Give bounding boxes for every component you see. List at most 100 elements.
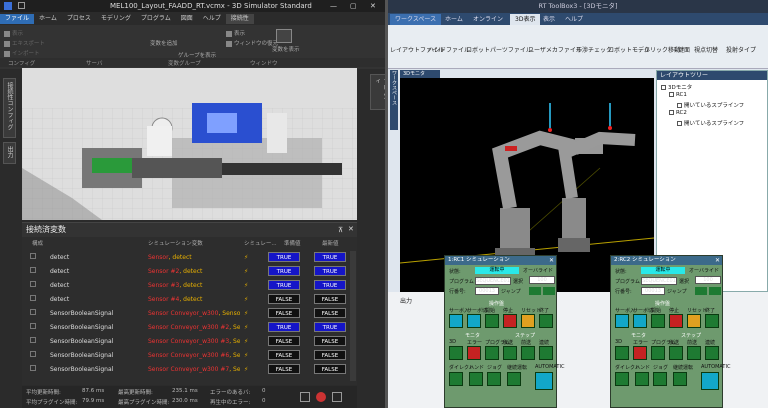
col-ready-value[interactable]: 準備値 [284,239,301,247]
tab-workspace[interactable]: ワークスペース [390,14,442,25]
add-variable-button[interactable]: 変数を追加 [150,39,178,47]
tree-item-spline-1[interactable]: 開いているスプラインフ [677,101,744,109]
table-row[interactable]: SensorBooleanSignal Sensor Conveyor_w300,… [22,307,357,320]
maximize-button[interactable]: ▢ [350,0,357,12]
reset-button[interactable] [687,314,701,328]
error-button[interactable] [633,346,647,360]
override-down-button[interactable] [529,287,541,295]
table-row[interactable]: detect Sensor #2, detect ⚡ TRUE TRUE [22,265,357,278]
reset-button[interactable] [521,314,535,328]
col-sim-variable[interactable]: シミュレーション変数 [148,239,203,247]
side-tab-workspace[interactable]: ワークスペース [390,70,398,130]
checkbox[interactable] [677,121,682,126]
jump-button[interactable]: ジャンプ [501,288,521,295]
end-button[interactable] [705,314,719,328]
monitor-tab[interactable]: 3Dモニタ [400,70,440,78]
checkbox[interactable] [669,110,674,115]
minimize-button[interactable]: — [330,0,337,12]
tab-modeling[interactable]: モデリング [96,14,136,24]
tab-view[interactable]: 表示 [538,14,560,25]
override-down-button[interactable] [695,287,707,295]
start-button[interactable] [485,314,499,328]
close-button[interactable]: ✕ [370,0,376,12]
stop-button[interactable] [669,314,683,328]
col-sim[interactable]: シミュレー... [244,239,277,247]
user-mech-file-button[interactable]: ユーザメカファイル [528,45,582,54]
hand-button[interactable] [469,372,483,386]
table-row[interactable]: detect Sensor #3, detect ⚡ TRUE TRUE [22,279,357,292]
robot-parts-file-button[interactable]: ロボットパーツファイル [466,45,532,54]
jog-button[interactable] [653,372,667,386]
record-icon[interactable] [316,392,326,402]
variables-icon[interactable] [276,29,292,43]
restore-window-button[interactable]: ウィンドウの復元 [226,39,278,47]
tab-file[interactable]: ファイル [0,14,35,24]
close-icon[interactable]: ✕ [715,257,720,264]
pin-icon[interactable]: ⊼ [338,226,343,234]
stop-button[interactable] [503,314,517,328]
override-field[interactable]: 100 [695,276,721,284]
hand-button[interactable] [635,372,649,386]
side-tab-output[interactable]: 出力 [3,142,16,164]
start-button[interactable] [651,314,665,328]
side-tab-connectivity-config[interactable]: 接続性コンフィグ [3,78,16,138]
servo-on-button[interactable] [449,314,463,328]
error-button[interactable] [467,346,481,360]
table-row[interactable]: detect Sensor #4, detect ⚡ FALSE FALSE [22,293,357,306]
servo-off-button[interactable] [633,314,647,328]
tree-item-spline-2[interactable]: 開いているスプラインフ [677,119,744,127]
checkbox[interactable] [661,85,666,90]
expand-icon[interactable] [30,365,36,371]
expand-icon[interactable] [30,351,36,357]
continuous-button[interactable] [539,346,553,360]
servo-on-button[interactable] [615,314,629,328]
tab-process[interactable]: プロセス [62,14,96,24]
tab-rt-home[interactable]: ホーム [440,14,468,25]
table-row[interactable]: SensorBooleanSignal Sensor Conveyor_w300 … [22,335,357,348]
expand-icon[interactable] [30,309,36,315]
expand-icon[interactable] [30,295,36,301]
continuous-button[interactable] [705,346,719,360]
3d-viewport[interactable] [22,68,357,220]
tab-3d-view[interactable]: 3D表示 [510,14,541,25]
continue-run-button[interactable] [673,372,687,386]
3d-button[interactable] [615,346,629,360]
projection-type-button[interactable]: 投射タイプ [726,45,756,54]
expand-icon[interactable] [30,337,36,343]
expand-icon[interactable] [30,323,36,329]
line-field[interactable]: 00013 [641,287,665,295]
step-forward-button[interactable] [687,346,701,360]
scrollbar[interactable] [350,251,356,381]
tab-rt-help[interactable]: ヘルプ [560,14,588,25]
camera-icon[interactable] [332,392,342,402]
tab-drawing[interactable]: 図面 [176,14,198,24]
3d-button[interactable] [449,346,463,360]
select-button[interactable]: 選択 [513,278,523,285]
program-button[interactable] [485,346,499,360]
tree-item-rc2[interactable]: RC2 [669,110,687,116]
close-panel-icon[interactable]: ✕ [348,225,354,233]
direct-button[interactable] [449,372,463,386]
direct-button[interactable] [615,372,629,386]
show-variables-button[interactable]: 変数を表示 [272,45,300,53]
table-row[interactable]: SensorBooleanSignal Sensor Conveyor_w300 … [22,363,357,376]
settings-icon[interactable] [300,392,310,402]
automatic-button[interactable] [701,372,719,390]
tree-item-rc1[interactable]: RC1 [669,92,687,98]
select-button[interactable]: 選択 [679,278,689,285]
end-button[interactable] [539,314,553,328]
save-icon[interactable] [18,2,25,9]
show-button[interactable]: 表示 [226,29,245,37]
col-latest-value[interactable]: 最新値 [322,239,339,247]
automatic-button[interactable] [535,372,553,390]
viewpoint-button[interactable]: 視点切替 [694,45,718,54]
override-up-button[interactable] [709,287,721,295]
program-field[interactable]: SEQUENCE01 [475,277,511,285]
interference-check-button[interactable]: 干渉チェック [576,45,612,54]
hand-file-button[interactable]: ハンドファイル [428,45,470,54]
tab-home[interactable]: ホーム [34,14,62,24]
step-back-button[interactable] [503,346,517,360]
expand-icon[interactable] [30,281,36,287]
tab-connectivity[interactable]: 接続性 [225,14,254,24]
program-field[interactable]: SEQUENCE01 [641,277,677,285]
